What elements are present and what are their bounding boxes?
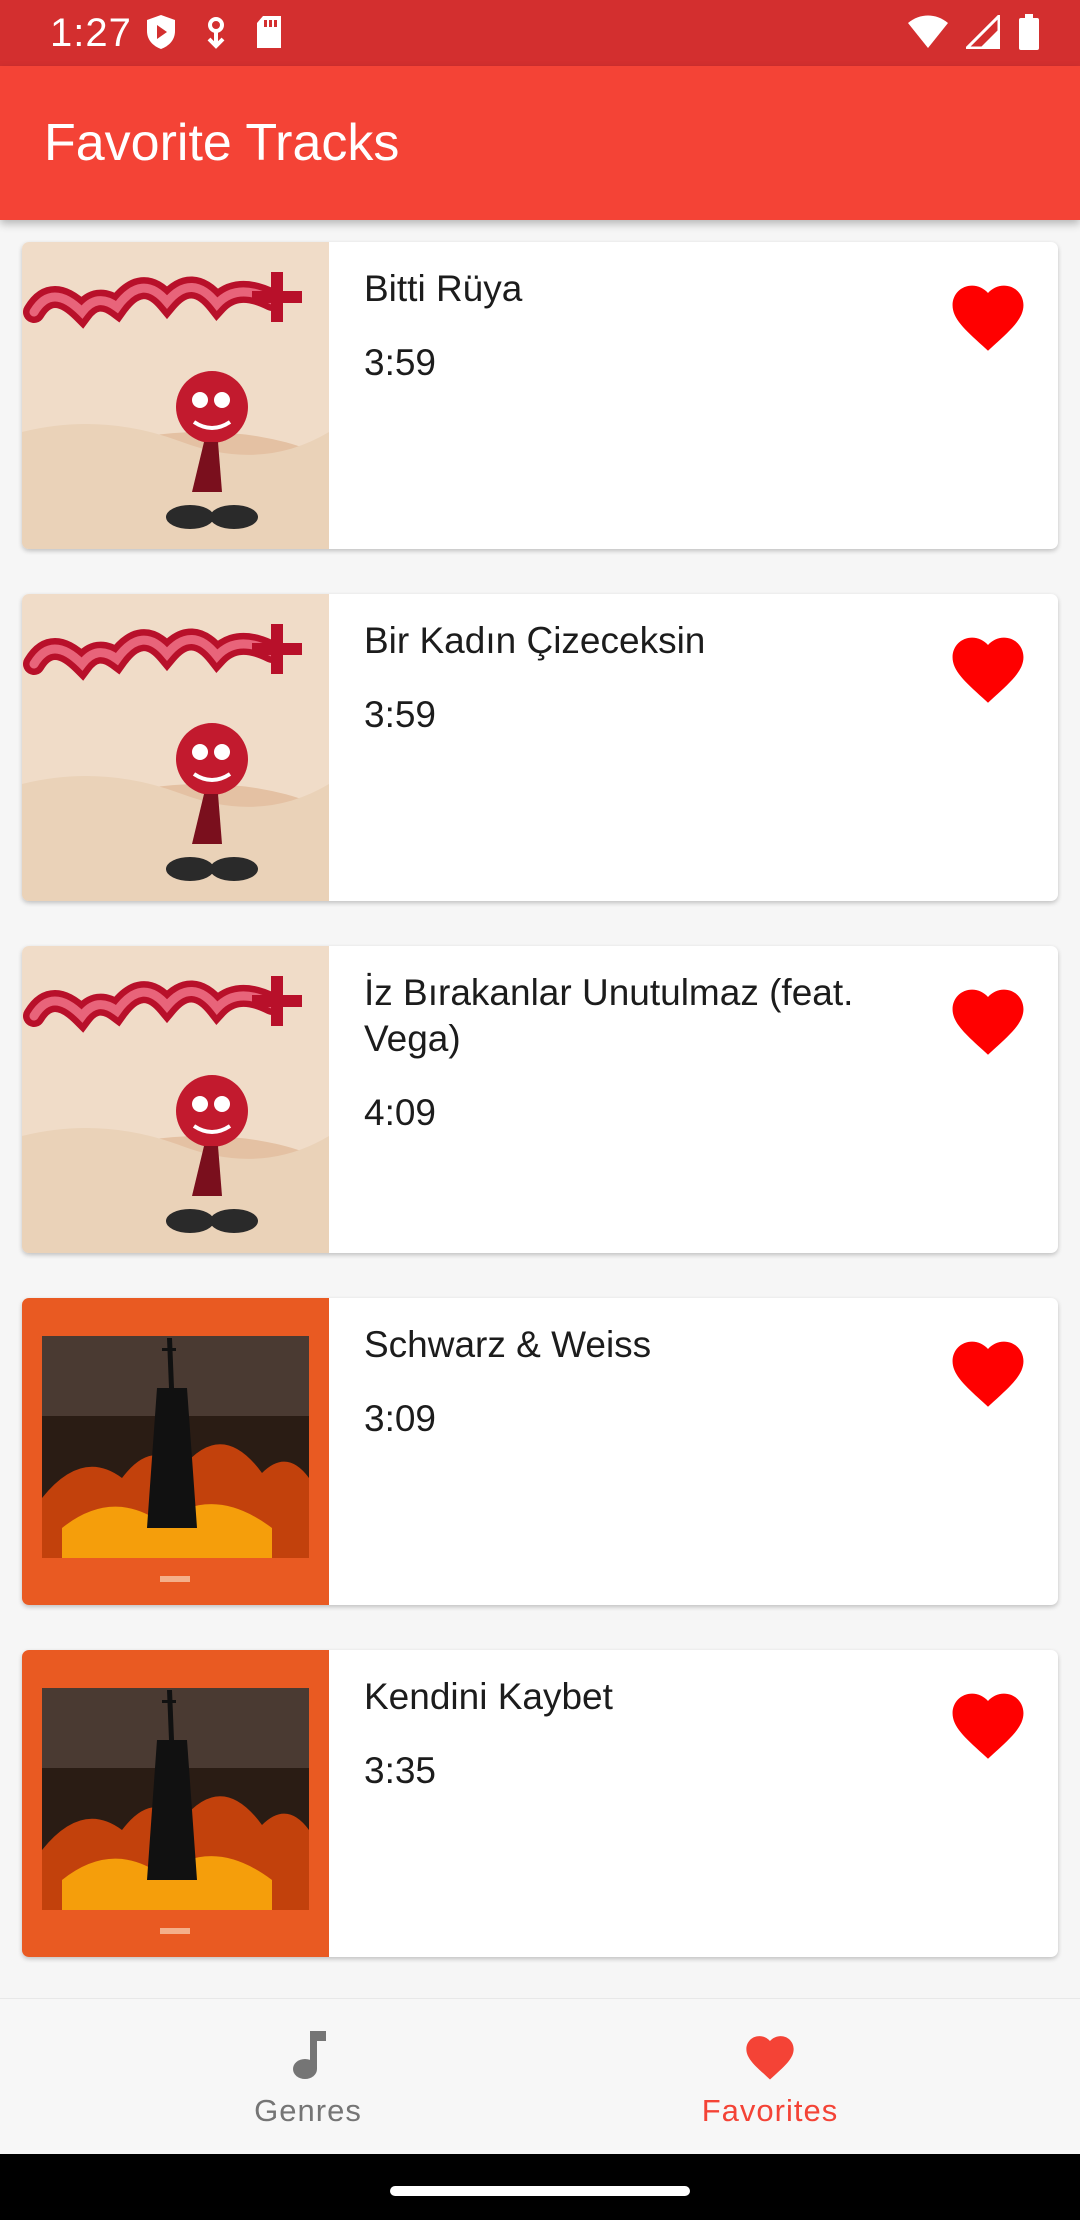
play-protect-icon bbox=[145, 14, 177, 50]
track-card[interactable]: Schwarz & Weiss 3:09 bbox=[22, 1298, 1058, 1605]
track-card[interactable]: Kendini Kaybet 3:35 bbox=[22, 1650, 1058, 1957]
favorite-tracks-list[interactable]: Bitti Rüya 3:59 Bir Kadın Çizeceksin 3:5… bbox=[0, 220, 1080, 1998]
track-title: İz Bırakanlar Unutulmaz (feat. Vega) bbox=[364, 972, 854, 1059]
heart-icon bbox=[952, 989, 1024, 1055]
nav-label-favorites: Favorites bbox=[701, 2093, 839, 2128]
battery-icon bbox=[1018, 14, 1040, 50]
album-cover-image bbox=[22, 946, 329, 1253]
heart-icon bbox=[741, 2029, 799, 2086]
download-icon bbox=[203, 15, 229, 49]
heart-icon bbox=[952, 637, 1024, 703]
music-note-icon bbox=[288, 2029, 328, 2086]
heart-icon bbox=[952, 1693, 1024, 1759]
heart-icon bbox=[952, 1341, 1024, 1407]
track-title: Bitti Rüya bbox=[364, 268, 523, 309]
heart-icon bbox=[952, 285, 1024, 351]
album-cover-image bbox=[22, 1298, 329, 1605]
track-title: Kendini Kaybet bbox=[364, 1676, 613, 1717]
app-bar: Favorite Tracks bbox=[0, 66, 1080, 220]
remove-favorite-button[interactable] bbox=[940, 1322, 1036, 1418]
nav-label-genres: Genres bbox=[254, 2093, 362, 2128]
track-duration: 3:59 bbox=[364, 694, 437, 735]
status-system-icons bbox=[908, 14, 1040, 50]
signal-icon bbox=[966, 15, 1000, 49]
nav-item-favorites[interactable]: Favorites bbox=[500, 1999, 1040, 2155]
album-cover-image bbox=[22, 594, 329, 901]
track-card[interactable]: İz Bırakanlar Unutulmaz (feat. Vega) 4:0… bbox=[22, 946, 1058, 1253]
remove-favorite-button[interactable] bbox=[940, 266, 1036, 362]
track-duration: 3:59 bbox=[364, 342, 437, 383]
track-duration: 3:35 bbox=[364, 1750, 437, 1791]
album-cover-image bbox=[22, 1650, 329, 1957]
remove-favorite-button[interactable] bbox=[940, 618, 1036, 714]
nav-item-genres[interactable]: Genres bbox=[38, 1999, 578, 2155]
status-time: 1:27 bbox=[50, 11, 132, 55]
remove-favorite-button[interactable] bbox=[940, 970, 1036, 1066]
album-cover-image bbox=[22, 242, 329, 549]
track-title: Schwarz & Weiss bbox=[364, 1324, 652, 1365]
wifi-icon bbox=[908, 15, 948, 49]
sd-card-icon bbox=[255, 15, 283, 49]
status-notification-icons bbox=[145, 14, 283, 50]
track-card[interactable]: Bitti Rüya 3:59 bbox=[22, 242, 1058, 549]
remove-favorite-button[interactable] bbox=[940, 1674, 1036, 1770]
page-title: Favorite Tracks bbox=[44, 114, 400, 172]
track-card[interactable]: Bir Kadın Çizeceksin 3:59 bbox=[22, 594, 1058, 901]
status-bar: 1:27 bbox=[0, 0, 1080, 66]
track-duration: 4:09 bbox=[364, 1092, 437, 1133]
home-gesture-handle[interactable] bbox=[390, 2186, 690, 2196]
system-gesture-bar bbox=[0, 2154, 1080, 2220]
track-title: Bir Kadın Çizeceksin bbox=[364, 620, 706, 661]
bottom-navigation: Genres Favorites bbox=[0, 1998, 1080, 2154]
track-duration: 3:09 bbox=[364, 1398, 437, 1439]
